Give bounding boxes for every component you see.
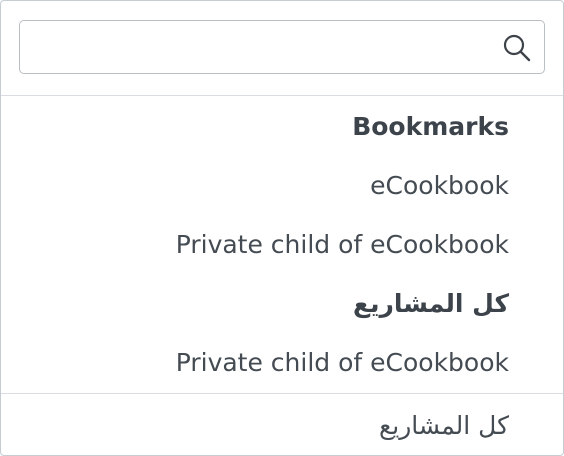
- search-input[interactable]: [30, 29, 494, 67]
- search-field[interactable]: [19, 20, 545, 74]
- list-item[interactable]: Private child of eCookbook: [176, 223, 509, 267]
- all-projects-link[interactable]: كل المشاريع: [379, 404, 509, 448]
- project-jump-dropdown: Bookmarks eCookbook Private child of eCo…: [0, 0, 564, 456]
- search-area: [1, 1, 563, 96]
- bookmarks-header: Bookmarks: [352, 112, 509, 141]
- project-list: Bookmarks eCookbook Private child of eCo…: [1, 96, 563, 392]
- all-projects-header: كل المشاريع: [353, 289, 509, 318]
- search-icon[interactable]: [502, 33, 532, 63]
- list-item[interactable]: Private child of eCookbook: [176, 341, 509, 385]
- list-item[interactable]: eCookbook: [370, 164, 509, 208]
- dropdown-footer: كل المشاريع: [1, 393, 563, 455]
